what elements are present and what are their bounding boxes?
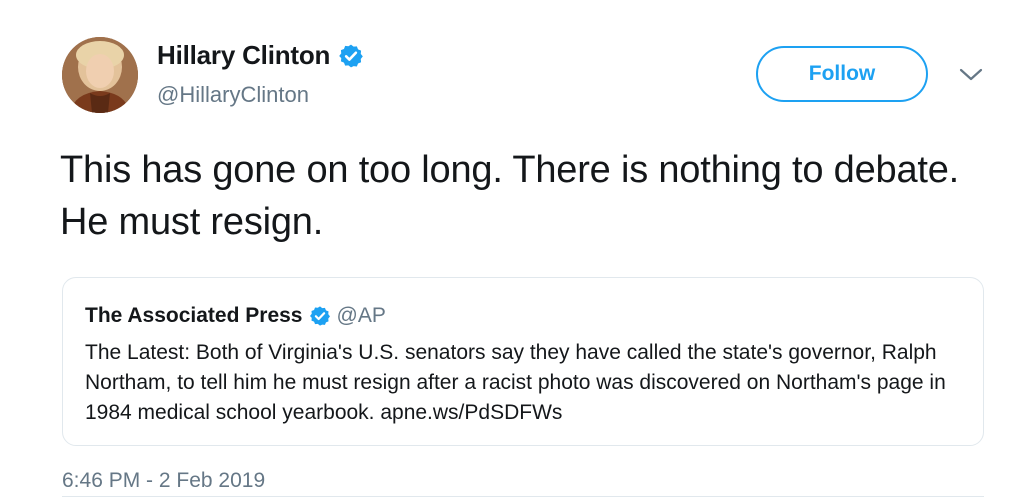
author-name-row: Hillary Clinton bbox=[157, 40, 364, 71]
quoted-tweet-header: The Associated Press @AP bbox=[85, 304, 386, 328]
author-display-name[interactable]: Hillary Clinton bbox=[157, 40, 330, 71]
author-handle[interactable]: @HillaryClinton bbox=[157, 82, 309, 108]
verified-badge-icon bbox=[338, 43, 364, 69]
quoted-tweet-card[interactable]: The Associated Press @AP The Latest: Bot… bbox=[62, 277, 984, 446]
avatar[interactable] bbox=[62, 37, 138, 113]
follow-button[interactable]: Follow bbox=[756, 46, 928, 102]
quoted-tweet-text: The Latest: Both of Virginia's U.S. sena… bbox=[85, 341, 946, 424]
divider bbox=[62, 496, 984, 497]
verified-badge-icon bbox=[309, 305, 331, 327]
quoted-author-handle: @AP bbox=[336, 304, 386, 327]
tweet-text: This has gone on too long. There is noth… bbox=[60, 149, 960, 243]
quoted-author-name: The Associated Press bbox=[85, 304, 303, 327]
tweet-timestamp[interactable]: 6:46 PM - 2 Feb 2019 bbox=[62, 469, 265, 493]
chevron-down-icon[interactable] bbox=[958, 66, 984, 84]
profile-photo-icon bbox=[62, 37, 138, 113]
